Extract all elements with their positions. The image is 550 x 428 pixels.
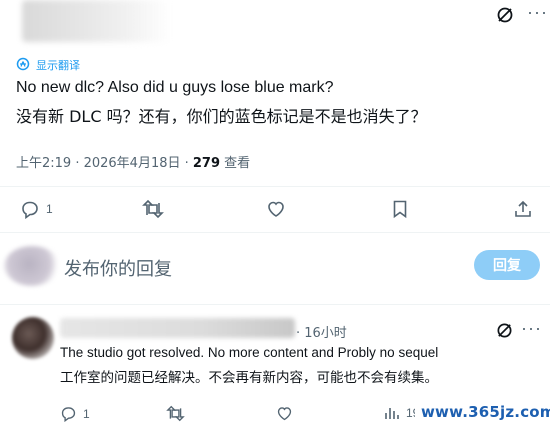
views-label: 查看 [220,156,251,171]
post-text-en: No new dlc? Also did u guys lose blue ma… [16,79,334,96]
more-icon[interactable]: ··· [521,318,542,339]
retweet-icon[interactable] [142,199,164,219]
divider [0,186,550,187]
retweet-icon[interactable] [166,405,185,422]
post-timestamp[interactable]: 上午2:19 · 2026年4月18日 · [16,156,193,171]
reply-author-redacted [60,318,295,338]
post-text-cn: 没有新 DLC 吗？还有，你们的蓝色标记是不是也消失了？ [16,107,427,126]
share-icon[interactable] [513,199,533,219]
avatar [12,317,54,359]
reply-text-en: The studio got resolved. No more content… [60,345,439,360]
avatar [4,246,60,286]
views-count: 279 [192,156,221,171]
reply-text-cn: 工作室的问题已经解决。不会再有新内容，可能也不会有续集。 [60,370,438,386]
divider [0,304,550,305]
reply-icon [60,405,77,422]
like-icon[interactable] [276,405,293,422]
views-icon [384,405,400,421]
reply-button[interactable]: 回复 [474,250,540,280]
translate-icon[interactable] [16,57,30,71]
reply-count: 1 [46,202,53,216]
reply-time: · 16小时 [296,326,347,341]
grok-icon[interactable] [496,6,514,24]
more-icon[interactable]: ··· [527,2,548,23]
author-name-redacted [22,0,172,42]
divider [0,232,550,233]
reply-action[interactable]: 1 [20,199,53,219]
reply-icon [20,199,40,219]
reply-count: 1 [83,406,90,421]
post-meta: 上午2:19 · 2026年4月18日 · 279 查看 [16,152,250,171]
watermark: www.365jz.com [415,400,550,424]
grok-icon[interactable] [496,322,513,339]
reply-composer-input[interactable]: 发布你的回复 [64,255,172,281]
watermark-text: www.365jz.com [421,403,550,421]
like-icon[interactable] [266,199,286,219]
show-translation-link[interactable]: 显示翻译 [36,57,80,73]
reply-reply-action[interactable]: 1 [60,405,90,422]
bookmark-icon[interactable] [391,199,409,219]
